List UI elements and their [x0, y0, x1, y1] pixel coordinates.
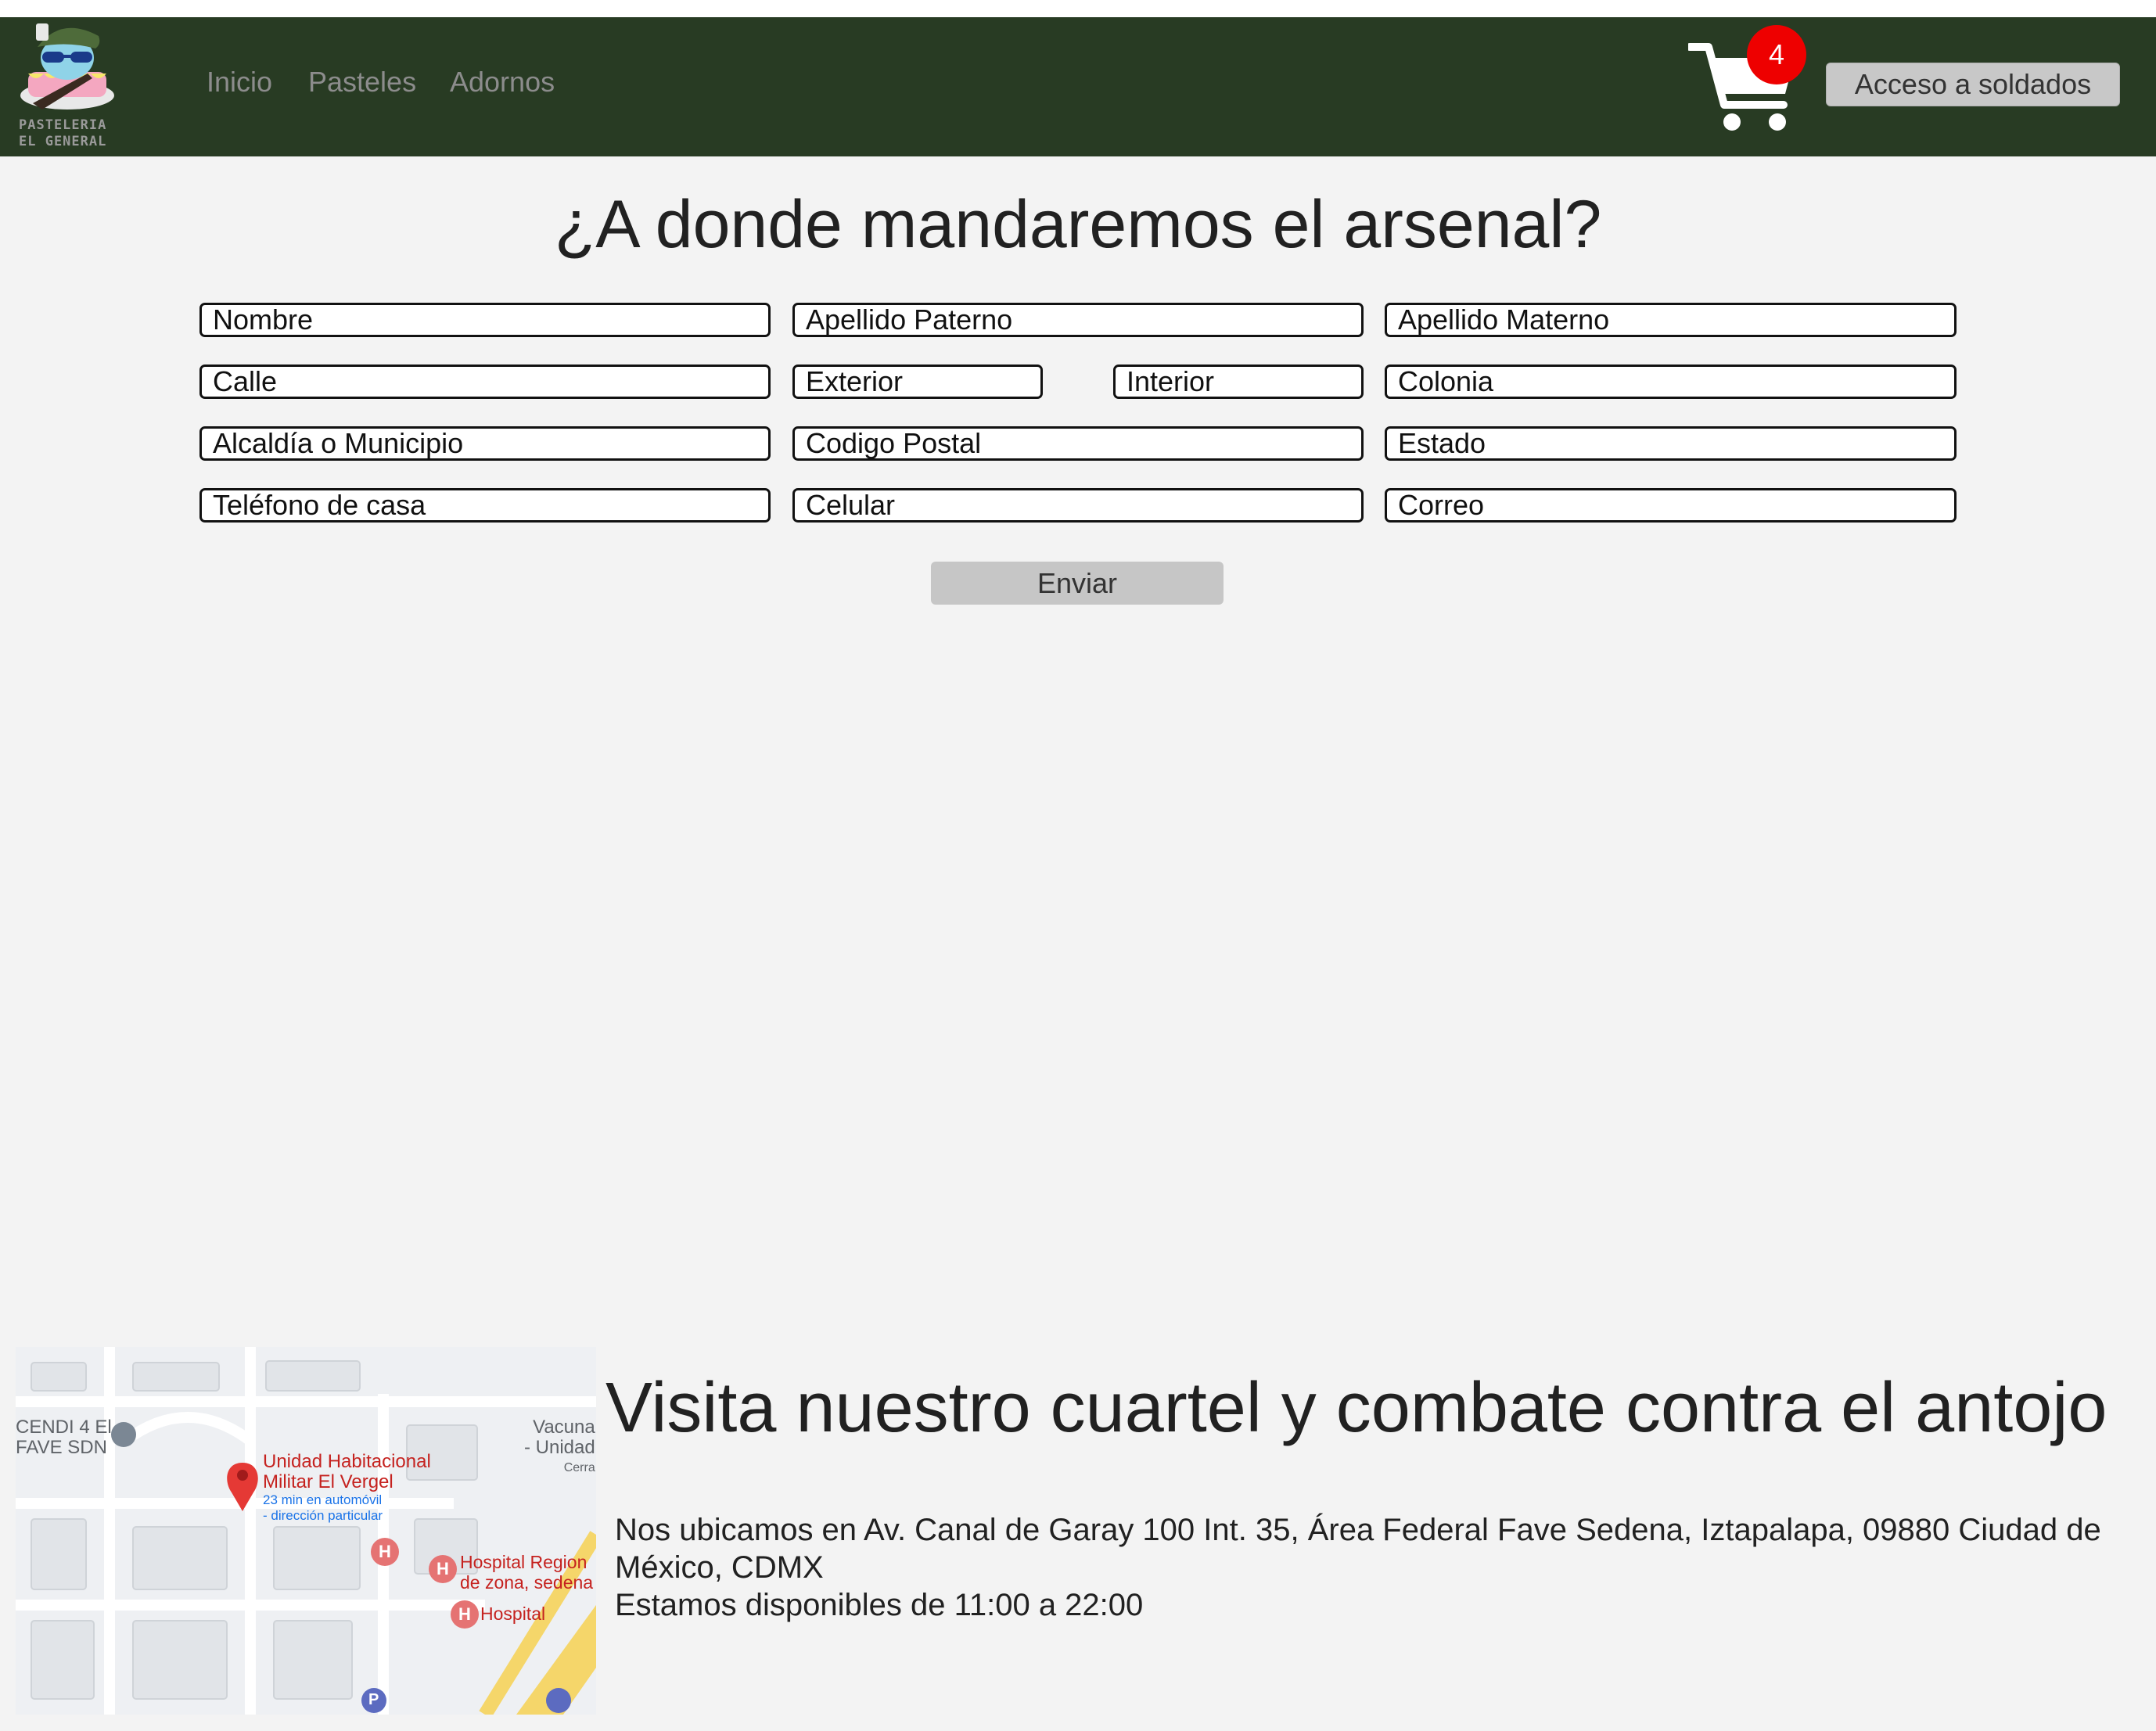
correo-input[interactable] — [1385, 488, 1957, 523]
location-map[interactable]: CENDI 4 El FAVE SDN Vacuna - Unidad Cerr… — [16, 1347, 596, 1715]
map-label-place-line4: - dirección particular — [263, 1508, 383, 1523]
hours-text: Estamos disponibles de 11:00 a 22:00 — [615, 1588, 1144, 1622]
telefono-casa-input[interactable] — [199, 488, 771, 523]
address-text: Nos ubicamos en Av. Canal de Garay 100 I… — [615, 1513, 2101, 1585]
map-label-vacuna: Vacuna - Unidad Cerra — [524, 1417, 595, 1478]
alcaldia-input[interactable] — [199, 426, 771, 461]
map-label-cendi-line1: CENDI 4 El — [16, 1417, 112, 1438]
map-label-place-line2: Militar El Vergel — [263, 1471, 393, 1492]
colonia-input[interactable] — [1385, 365, 1957, 399]
map-label-vacuna-line2: - Unidad — [524, 1437, 595, 1458]
send-button[interactable]: Enviar — [931, 562, 1224, 605]
map-label-hospital-region-line1: Hospital Region — [460, 1552, 588, 1572]
map-label-hospital-region-line2: de zona, sedena — [460, 1572, 594, 1593]
nav-link-inicio[interactable]: Inicio — [207, 66, 272, 99]
interior-input[interactable] — [1113, 365, 1364, 399]
estado-input[interactable] — [1385, 426, 1957, 461]
parking-icon: P — [368, 1691, 379, 1708]
map-label-hospital-region[interactable]: Hospital Region de zona, sedena — [460, 1552, 593, 1593]
codigo-postal-input[interactable] — [792, 426, 1364, 461]
soldier-login-button[interactable]: Acceso a soldados — [1826, 63, 2120, 106]
hospital-icon: H — [379, 1542, 391, 1561]
nav-link-adornos[interactable]: Adornos — [450, 66, 555, 99]
map-label-cendi-line2: FAVE SDN — [16, 1437, 107, 1458]
map-label-vacuna-line3: Cerra — [563, 1461, 595, 1474]
hospital-icon: H — [458, 1604, 471, 1624]
apellido-paterno-input[interactable] — [792, 303, 1364, 337]
brand-wordmark-line1: PASTELERIA — [19, 117, 107, 133]
nombre-input[interactable] — [199, 303, 771, 337]
map-label-hospital[interactable]: Hospital — [480, 1604, 545, 1625]
brand-wordmark-line2: EL GENERAL — [19, 134, 107, 149]
map-label-place[interactable]: Unidad Habitacional Militar El Vergel 23… — [263, 1452, 431, 1524]
calle-input[interactable] — [199, 365, 771, 399]
hospital-icon: H — [437, 1559, 449, 1578]
top-strip — [0, 0, 2156, 17]
exterior-input[interactable] — [792, 365, 1043, 399]
brand-wordmark: PASTELERIA EL GENERAL — [19, 117, 128, 150]
navbar: PASTELERIA EL GENERAL Inicio Pasteles Ad… — [0, 17, 2156, 156]
shipping-form-title: ¿A donde mandaremos el arsenal? — [554, 187, 1602, 262]
visit-title: Visita nuestro cuartel y combate contra … — [605, 1369, 2107, 1447]
cart-count-badge: 4 — [1747, 25, 1806, 84]
celular-input[interactable] — [792, 488, 1364, 523]
map-canvas — [16, 1347, 596, 1715]
map-label-place-line1: Unidad Habitacional — [263, 1451, 431, 1472]
map-label-cendi: CENDI 4 El FAVE SDN — [16, 1417, 112, 1458]
nav-link-pasteles[interactable]: Pasteles — [308, 66, 416, 99]
map-label-vacuna-line1: Vacuna — [533, 1417, 595, 1438]
map-label-place-line3: 23 min en automóvil — [263, 1492, 383, 1507]
cake-soldier-icon — [20, 23, 114, 110]
apellido-materno-input[interactable] — [1385, 303, 1957, 337]
